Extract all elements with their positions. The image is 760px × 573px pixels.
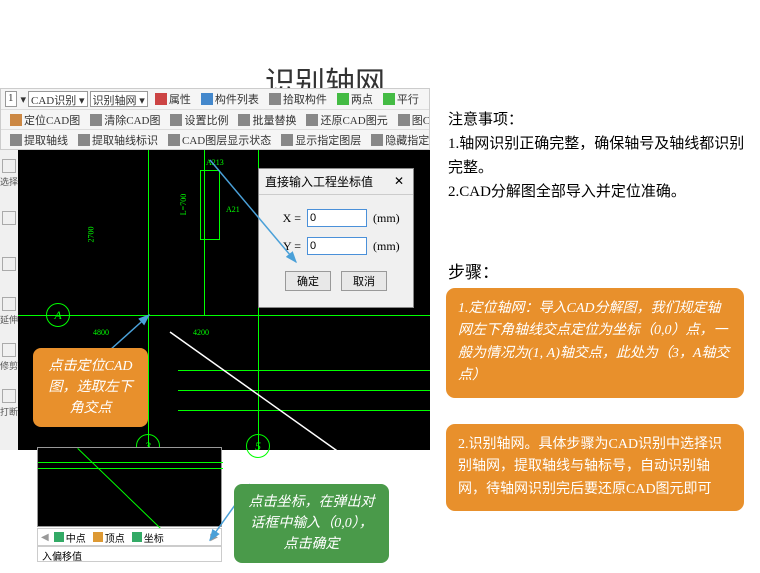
tb-length[interactable]: 长度标注 — [427, 90, 429, 108]
callout-coords: 点击坐标，在弹出对话框中输入（0,0），点击确定 — [234, 484, 389, 563]
side-toolbar: 选择 延伸 修剪 打断 — [0, 150, 18, 450]
dim-4200: 4200 — [193, 328, 209, 337]
snap-mid[interactable]: 中点 — [52, 530, 88, 545]
tb-parallel[interactable]: 平行 — [381, 90, 421, 108]
dim-2700: 2700 — [87, 227, 96, 243]
ok-button[interactable]: 确定 — [285, 271, 331, 291]
step-2-box: 2.识别轴网。具体步骤为CAD识别中选择识别轴网，提取轴线与轴标号，自动识别轴网… — [445, 423, 745, 512]
dialog-title-text: 直接输入工程坐标值 — [265, 173, 373, 190]
x-label: X = — [269, 211, 301, 226]
y-input[interactable] — [307, 237, 367, 255]
tb-clear-cad[interactable]: 清除CAD图 — [88, 111, 162, 129]
bottom-offset-bar: 入偏移值 — [37, 546, 222, 562]
close-icon[interactable]: ✕ — [391, 174, 407, 190]
x-unit: (mm) — [373, 211, 400, 226]
tb-extract-mark[interactable]: 提取轴线标识 — [76, 131, 160, 149]
label-a213: A213 — [206, 158, 224, 167]
notes-panel: 注意事项： 1.轴网识别正确完整，确保轴号及轴线都识别完整。 2.CAD分解图全… — [448, 108, 748, 204]
tb-2pt[interactable]: 两点 — [335, 90, 375, 108]
side-tool3[interactable] — [2, 246, 16, 284]
tb-pick[interactable]: 拾取构件 — [267, 90, 329, 108]
x-input[interactable] — [307, 209, 367, 227]
grid-line-a — [18, 315, 430, 316]
tb-extract-axis[interactable]: 提取轴线 — [8, 131, 70, 149]
note-2: 2.CAD分解图全部导入并定位准确。 — [448, 180, 748, 204]
grid-line-3 — [148, 150, 149, 450]
tb-scale[interactable]: 设置比例 — [168, 111, 230, 129]
tb-list[interactable]: 构件列表 — [199, 90, 261, 108]
page-num[interactable]: 1 — [5, 91, 17, 107]
main-toolbar: 1 ▾ CAD识别 ▾ 识别轴网 ▾ 属性 构件列表 拾取构件 两点 平行 长度… — [0, 88, 430, 150]
tb-replace[interactable]: 批量替换 — [236, 111, 298, 129]
tb-locate-cad[interactable]: 定位CAD图 — [8, 111, 82, 129]
tb-props[interactable]: 属性 — [153, 90, 193, 108]
bv-line2 — [38, 468, 223, 469]
side-select[interactable]: 选择 — [0, 154, 18, 192]
dim-4800: 4800 — [93, 328, 109, 337]
bottom-snap-bar: ◀ 中点 顶点 坐标 ▶ — [37, 528, 222, 546]
y-unit: (mm) — [373, 239, 400, 254]
tb-image[interactable]: 图CAD图 — [396, 111, 429, 129]
label-a21: A21 — [226, 205, 240, 214]
cancel-button[interactable]: 取消 — [341, 271, 387, 291]
steps-heading: 步骤： — [448, 258, 499, 283]
dropdown-axis[interactable]: 识别轴网 ▾ — [90, 91, 148, 107]
tb-show-layer[interactable]: 显示指定图层 — [279, 131, 363, 149]
side-extend[interactable]: 延伸 — [0, 292, 18, 330]
grid-line-b2 — [178, 390, 430, 391]
side-trim[interactable]: 修剪 — [0, 338, 18, 376]
tb-hide-layer[interactable]: 隐藏指定图层 — [369, 131, 429, 149]
note-1: 1.轴网识别正确完整，确保轴号及轴线都识别完整。 — [448, 132, 748, 180]
grid-line-b1 — [178, 370, 430, 371]
tb-layer-state[interactable]: CAD图层显示状态 — [166, 131, 273, 149]
coord-dialog: 直接输入工程坐标值 ✕ X = (mm) Y = (mm) 确定 取消 — [258, 168, 414, 308]
dim-l700: L=700 — [179, 194, 188, 215]
dropdown-cad[interactable]: CAD识别 ▾ — [28, 91, 88, 107]
side-tool2[interactable] — [2, 200, 16, 238]
column-outline — [200, 170, 220, 240]
bv-diag — [77, 448, 160, 529]
callout-locate-cad: 点击定位CAD图，选取左下角交点 — [33, 348, 148, 427]
grid-line-b3 — [178, 410, 430, 411]
snap-coord[interactable]: 坐标 — [130, 530, 166, 545]
step-1-box: 1.定位轴网：导入CAD分解图，我们规定轴网左下角轴线交点定位为坐标（0,0）点… — [445, 287, 745, 399]
side-break[interactable]: 打断 — [0, 384, 18, 422]
snap-vert[interactable]: 顶点 — [91, 530, 127, 545]
bubble-5: 5 — [246, 434, 270, 458]
notes-heading: 注意事项： — [448, 108, 748, 132]
y-label: Y = — [269, 239, 301, 254]
bottom-cad-view[interactable] — [37, 447, 222, 527]
bv-line1 — [38, 462, 223, 463]
bubble-a: A — [46, 303, 70, 327]
tb-restore[interactable]: 还原CAD图元 — [304, 111, 389, 129]
